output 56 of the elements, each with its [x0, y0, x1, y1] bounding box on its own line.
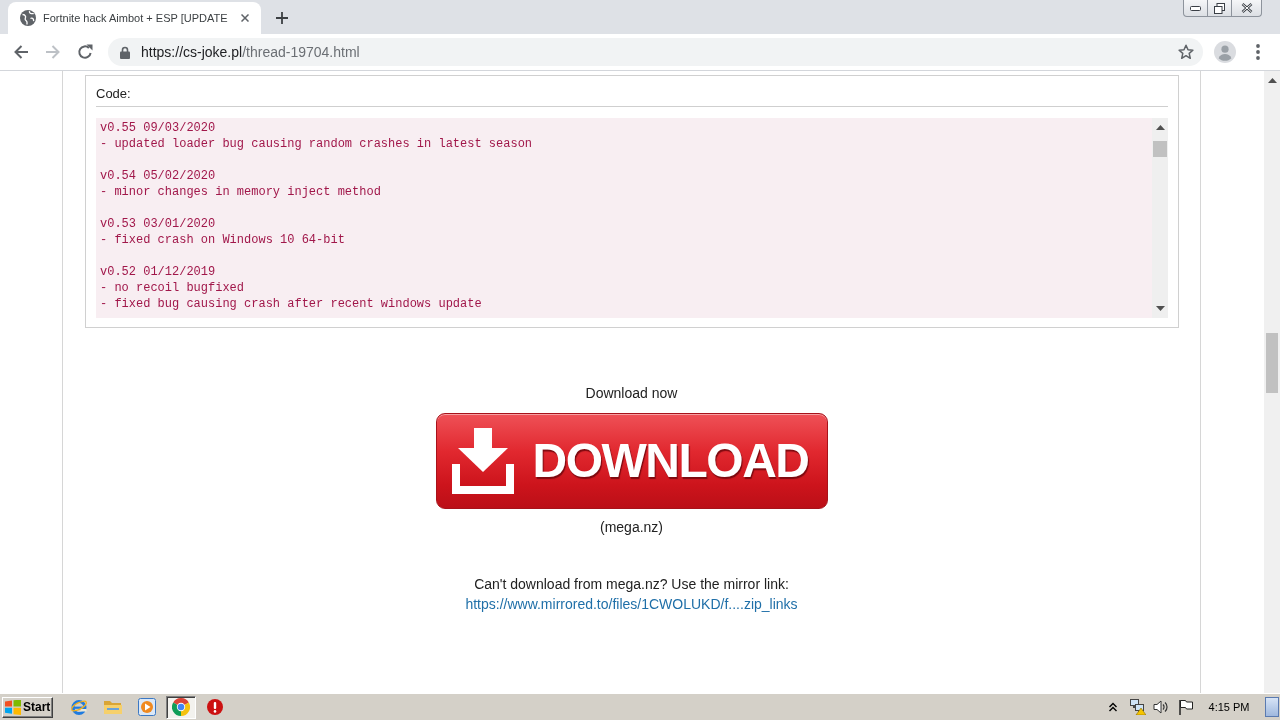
down-arrow-icon[interactable] [1155, 306, 1165, 311]
address-bar[interactable]: https://cs-joke.pl/thread-19704.html [108, 38, 1203, 66]
windows-logo-icon [5, 699, 21, 715]
start-button[interactable]: Start [2, 696, 53, 718]
page-scrollbar[interactable] [1264, 71, 1280, 693]
scrollbar[interactable] [1152, 118, 1168, 318]
back-icon [13, 44, 29, 60]
restore-button[interactable] [1207, 0, 1232, 17]
mirror-link[interactable]: https://www.mirrored.to/files/1CWOLUKD/f....zip_links [465, 594, 798, 614]
lock-icon [120, 45, 130, 59]
plus-icon [275, 12, 288, 24]
minimize-icon [1190, 5, 1201, 11]
caret-icon[interactable] [1108, 702, 1118, 712]
code-line: - minor changes in memory inject method [100, 184, 381, 200]
menu-icon [1256, 44, 1260, 60]
code-line: - fixed bug causing crash after recent windows update [100, 296, 482, 312]
globe-icon [20, 10, 36, 26]
reload-icon [77, 44, 93, 60]
play-icon [138, 698, 156, 716]
code-line: v0.55 09/03/2020 [100, 120, 216, 136]
up-arrow-icon[interactable] [1267, 78, 1277, 83]
e-logo-icon [70, 698, 88, 716]
flag-icon[interactable] [1178, 699, 1194, 715]
browser-tab[interactable]: Fortnite hack Aimbot + ESP [UPDATE [8, 2, 261, 34]
close-window-button[interactable] [1231, 0, 1262, 17]
minimize-button[interactable] [1183, 0, 1208, 17]
folder-icon [104, 699, 122, 715]
color-wheel-icon [172, 698, 190, 716]
clock: 4:15 PM [1207, 701, 1251, 713]
download-button[interactable]: DOWNLOAD [435, 413, 828, 509]
star-icon[interactable] [1178, 44, 1194, 60]
taskbar-button[interactable] [166, 695, 196, 719]
code-line: v0.53 03/01/2020 [100, 216, 216, 232]
up-arrow-icon[interactable] [1155, 125, 1165, 130]
close-window-icon [1240, 3, 1253, 13]
download-icon [451, 428, 514, 494]
forward-icon [45, 44, 61, 60]
close-icon [240, 14, 249, 22]
scrollbar-thumb[interactable] [1153, 141, 1167, 157]
scrollbar-thumb[interactable] [1266, 333, 1278, 393]
code-line: - updated loader bug causing random crashes in latest season [100, 136, 533, 152]
mirror-note: Can't download from mega.nz? Use the mirror link: [474, 575, 789, 594]
volume-icon[interactable] [1153, 699, 1169, 715]
network-icon[interactable] [1130, 699, 1146, 715]
code-line: - fixed crash on Windows 10 64-bit [100, 232, 345, 248]
code-line: v0.52 01/12/2019 [100, 264, 216, 280]
code-line: - no recoil bugfixed [100, 280, 245, 296]
code-line: v0.54 05/02/2020 [100, 168, 216, 184]
profile-button[interactable] [1211, 38, 1239, 66]
code-label: Code: [96, 85, 131, 103]
avatar-icon [1214, 41, 1236, 63]
source-note: (mega.nz) [600, 518, 663, 537]
show-desktop-button[interactable] [1265, 697, 1279, 717]
alert-icon [207, 699, 223, 715]
restore-icon [1214, 2, 1225, 14]
download-heading: Download now [585, 384, 678, 403]
